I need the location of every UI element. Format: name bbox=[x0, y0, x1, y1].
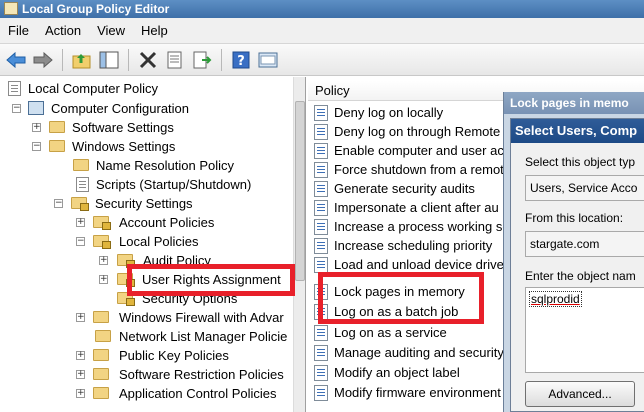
toolbar: ? bbox=[0, 44, 644, 76]
tree-item-local-computer-policy[interactable]: Local Computer Policy bbox=[8, 79, 288, 98]
console-tree: Local Computer Policy − Computer Configu… bbox=[0, 77, 306, 412]
export-list-icon[interactable] bbox=[190, 48, 214, 72]
expand-toggle[interactable]: + bbox=[76, 313, 85, 322]
collapse-toggle[interactable]: − bbox=[32, 142, 41, 151]
help-icon[interactable]: ? bbox=[229, 48, 253, 72]
window-title: Local Group Policy Editor bbox=[22, 2, 170, 16]
scrollbar-thumb[interactable] bbox=[295, 101, 305, 281]
tree-item-network-list-manager[interactable]: Network List Manager Policie bbox=[95, 327, 292, 346]
policy-setting-icon bbox=[314, 325, 328, 341]
policy-doc-icon bbox=[8, 81, 21, 96]
delete-icon[interactable] bbox=[136, 48, 160, 72]
policy-setting-icon bbox=[314, 105, 328, 121]
folder-icon bbox=[93, 349, 109, 361]
back-arrow-icon[interactable] bbox=[4, 48, 28, 72]
object-name-value: sqlprodid bbox=[529, 291, 582, 307]
computer-icon bbox=[28, 101, 44, 115]
folder-icon bbox=[95, 330, 111, 342]
policy-setting-icon bbox=[314, 143, 328, 159]
collapse-toggle[interactable]: − bbox=[12, 104, 21, 113]
expand-toggle[interactable]: + bbox=[76, 351, 85, 360]
lock-pages-properties-dialog: Lock pages in memo Select Users, Comp Se… bbox=[503, 92, 644, 412]
tree-item-computer-configuration[interactable]: − Computer Configuration bbox=[12, 99, 292, 118]
title-bar: Local Group Policy Editor bbox=[0, 0, 644, 18]
lock-folder-icon bbox=[93, 235, 111, 249]
expand-toggle[interactable]: + bbox=[76, 218, 85, 227]
folder-icon bbox=[93, 387, 109, 399]
forward-arrow-icon[interactable] bbox=[31, 48, 55, 72]
tree-item-scripts[interactable]: Scripts (Startup/Shutdown) bbox=[76, 175, 296, 194]
menu-file[interactable]: File bbox=[0, 23, 37, 38]
toolbar-separator bbox=[221, 48, 222, 71]
object-type-label: Select this object typ bbox=[525, 155, 636, 169]
tree-item-software-settings[interactable]: + Software Settings bbox=[32, 118, 292, 137]
location-field: stargate.com bbox=[525, 231, 644, 257]
policy-setting-icon bbox=[314, 162, 328, 178]
highlight-lock-pages-in-memory bbox=[318, 272, 484, 324]
policy-setting-icon bbox=[314, 219, 328, 235]
object-type-field: Users, Service Acco bbox=[525, 175, 644, 201]
object-name-label: Enter the object nam bbox=[525, 269, 636, 283]
tree-item-application-control-policies[interactable]: + Application Control Policies bbox=[76, 384, 292, 403]
menu-view[interactable]: View bbox=[89, 23, 133, 38]
tree-item-name-resolution-policy[interactable]: Name Resolution Policy bbox=[73, 156, 293, 175]
expand-toggle[interactable]: + bbox=[99, 256, 108, 265]
expand-toggle[interactable]: + bbox=[76, 370, 85, 379]
folder-icon bbox=[73, 159, 89, 171]
folder-icon bbox=[93, 368, 109, 380]
folder-icon bbox=[49, 121, 65, 133]
folder-icon bbox=[49, 140, 65, 152]
properties-dialog-title: Lock pages in memo bbox=[504, 92, 644, 114]
location-label: From this location: bbox=[525, 211, 624, 225]
expand-toggle[interactable]: + bbox=[99, 275, 108, 284]
policy-setting-icon bbox=[314, 124, 328, 140]
console-icon[interactable] bbox=[256, 48, 280, 72]
tree-item-security-settings[interactable]: − Security Settings bbox=[54, 194, 294, 213]
menu-help[interactable]: Help bbox=[133, 23, 176, 38]
tree-item-account-policies[interactable]: + Account Policies bbox=[76, 213, 296, 232]
tree-item-software-restriction-policies[interactable]: + Software Restriction Policies bbox=[76, 365, 292, 384]
properties-icon[interactable] bbox=[163, 48, 187, 72]
collapse-toggle[interactable]: − bbox=[54, 199, 63, 208]
menu-bar: File Action View Help bbox=[0, 18, 644, 44]
lock-folder-icon bbox=[93, 216, 111, 230]
object-name-input[interactable]: sqlprodid bbox=[525, 287, 644, 373]
toolbar-separator bbox=[62, 48, 63, 71]
up-folder-icon[interactable] bbox=[70, 48, 94, 72]
lock-folder-icon bbox=[71, 197, 89, 211]
select-users-dialog-title: Select Users, Comp bbox=[511, 119, 644, 143]
tree-item-local-policies[interactable]: − Local Policies bbox=[76, 232, 296, 251]
select-users-dialog: Select Users, Comp Select this object ty… bbox=[510, 118, 644, 412]
menu-action[interactable]: Action bbox=[37, 23, 89, 38]
script-doc-icon bbox=[76, 177, 89, 192]
show-hide-tree-icon[interactable] bbox=[97, 48, 121, 72]
tree-scrollbar[interactable] bbox=[293, 77, 305, 412]
svg-text:?: ? bbox=[237, 54, 245, 69]
policy-setting-icon bbox=[314, 181, 328, 197]
policy-setting-icon bbox=[314, 200, 328, 216]
tree-item-public-key-policies[interactable]: + Public Key Policies bbox=[76, 346, 292, 365]
group-policy-app-icon bbox=[4, 2, 18, 15]
policy-setting-icon bbox=[314, 385, 328, 401]
policy-setting-icon bbox=[314, 238, 328, 254]
collapse-toggle[interactable]: − bbox=[76, 237, 85, 246]
toolbar-separator bbox=[128, 48, 129, 71]
policy-setting-icon bbox=[314, 345, 328, 361]
expand-toggle[interactable]: + bbox=[76, 389, 85, 398]
folder-icon bbox=[93, 311, 109, 323]
tree-item-windows-firewall[interactable]: + Windows Firewall with Advar bbox=[76, 308, 292, 327]
advanced-button[interactable]: Advanced... bbox=[525, 381, 635, 407]
policy-setting-icon bbox=[314, 365, 328, 381]
policy-setting-icon bbox=[314, 257, 328, 273]
tree-item-windows-settings[interactable]: − Windows Settings bbox=[32, 137, 292, 156]
highlight-user-rights-assignment bbox=[127, 264, 295, 296]
expand-toggle[interactable]: + bbox=[32, 123, 41, 132]
